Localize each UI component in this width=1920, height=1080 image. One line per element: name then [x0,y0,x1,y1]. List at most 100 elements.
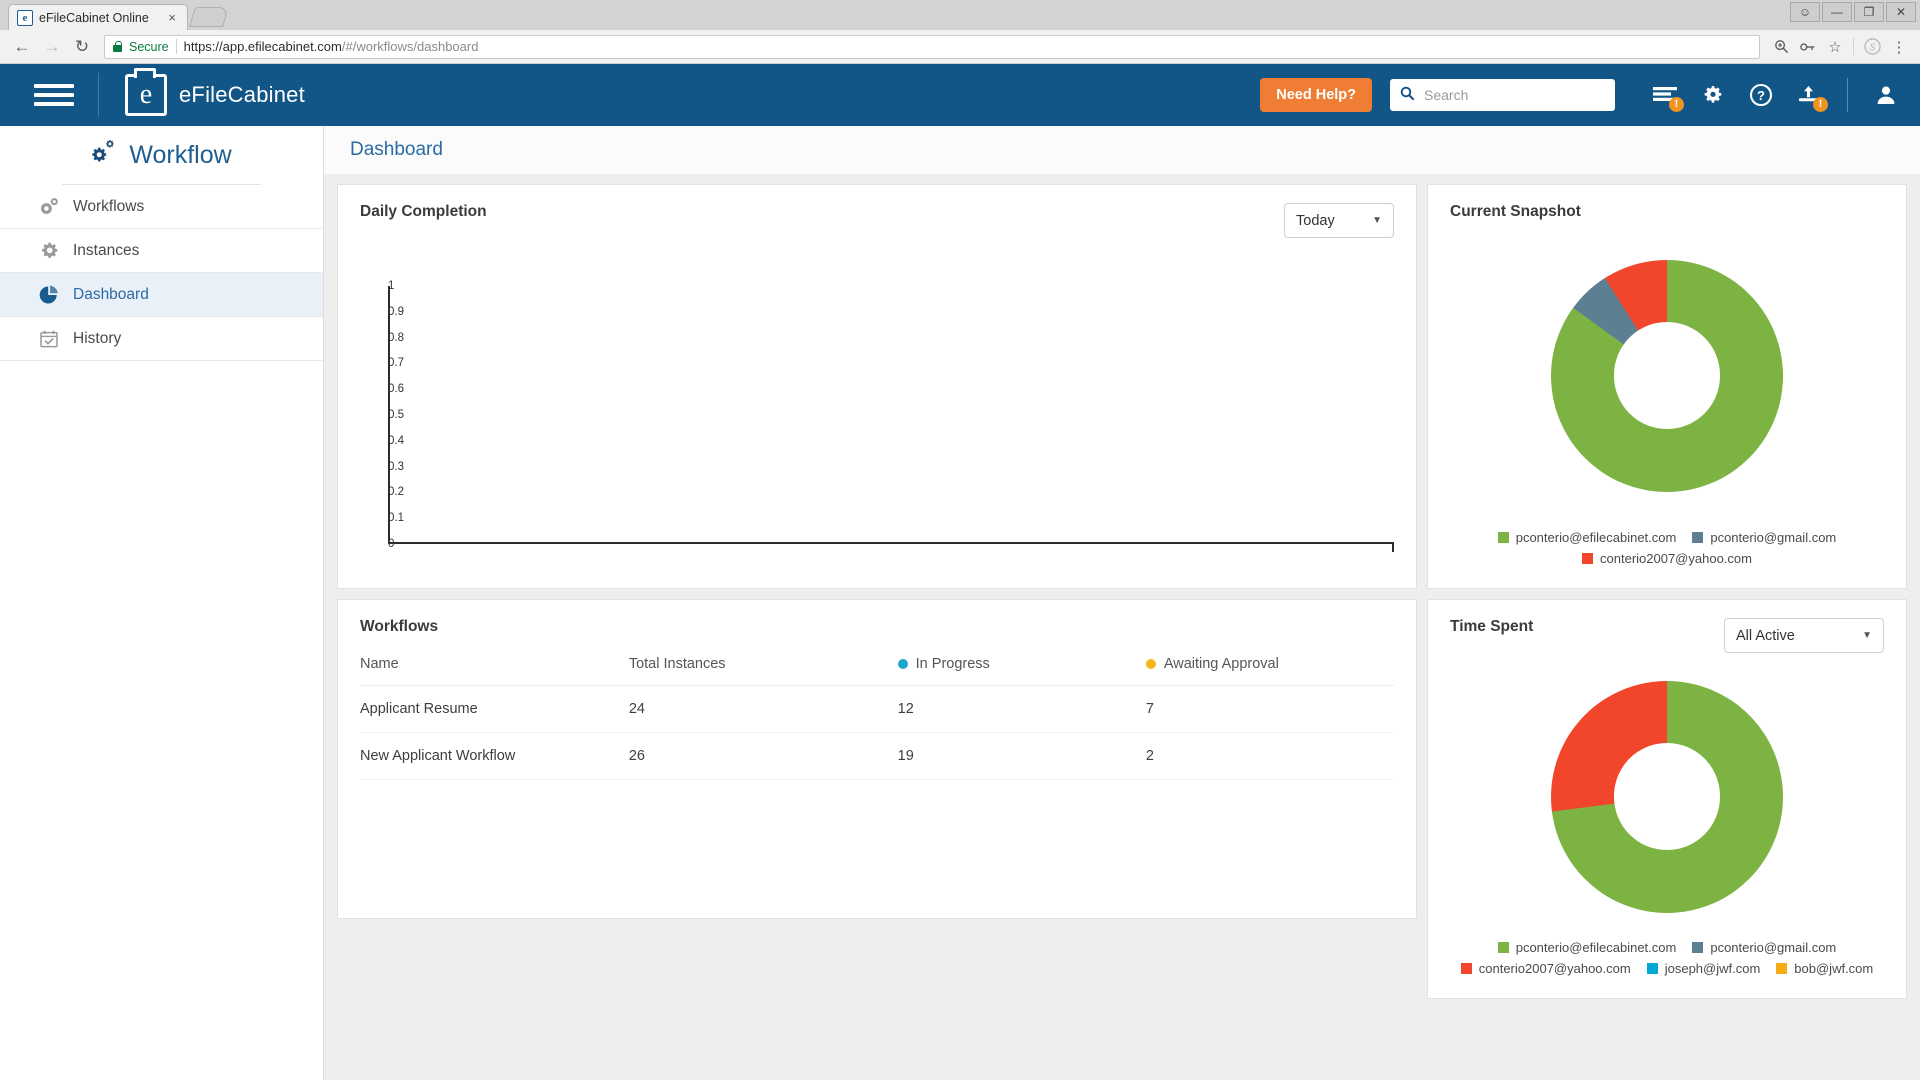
toolbar-icons: ☆ S ⋮ [1768,34,1912,60]
hamburger-menu-icon[interactable] [34,84,74,106]
url-path: /#/workflows/dashboard [341,39,479,54]
y-tick-label: 0.4 [388,434,404,447]
tasks-icon[interactable]: ! [1651,81,1684,112]
daily-completion-range-select[interactable]: Today ▼ [1284,203,1394,238]
table-row[interactable]: New Applicant Workflow 26 19 2 [360,732,1394,780]
gear-icon[interactable] [1699,81,1727,109]
legend-label: pconterio@efilecabinet.com [1515,940,1677,955]
lock-icon [113,41,122,52]
dashboard-left-column: Daily Completion Today ▼ 1 0.9 0.8 0.7 0… [337,184,1417,919]
y-tick-label: 0.2 [388,486,404,499]
current-snapshot-donut-chart[interactable] [1551,259,1783,492]
url-text: https://app.efilecabinet.com/#/workflows… [184,39,479,54]
time-spent-donut-chart[interactable] [1551,680,1783,913]
security-label: Secure [129,39,169,54]
cell-awaiting: 2 [1145,732,1394,780]
cell-name: New Applicant Workflow [360,732,629,780]
table-row[interactable]: Applicant Resume 24 12 7 [360,685,1394,733]
sidebar-item-dashboard[interactable]: Dashboard [0,273,323,317]
legend-item[interactable]: conterio2007@yahoo.com [1582,551,1752,566]
legend-label: conterio2007@yahoo.com [1600,551,1752,566]
cell-in-progress: 12 [897,685,1146,733]
search-icon [1400,86,1415,105]
legend-label: conterio2007@yahoo.com [1478,961,1631,976]
tasks-badge: ! [1669,97,1684,112]
cell-total: 26 [628,732,898,780]
key-icon[interactable] [1795,34,1821,60]
legend-swatch-icon [1692,942,1704,953]
y-tick-label: 0.6 [388,383,404,396]
minimize-button[interactable]: — [1822,2,1852,22]
new-tab-button[interactable] [189,7,229,27]
reload-icon[interactable]: ↻ [68,33,96,61]
cell-awaiting: 7 [1145,685,1394,733]
sidebar-item-history[interactable]: History [0,317,323,361]
need-help-button[interactable]: Need Help? [1260,78,1372,112]
svg-text:?: ? [1757,88,1765,103]
y-tick-label: 0 [388,538,395,550]
close-window-button[interactable]: ✕ [1886,2,1916,22]
zoom-icon[interactable] [1768,34,1794,60]
cell-in-progress: 19 [897,732,1146,780]
daily-completion-header: Daily Completion Today ▼ [360,203,1394,238]
help-icon[interactable]: ? [1747,81,1775,109]
header-divider [98,73,99,117]
time-spent-title: Time Spent [1450,618,1534,635]
browser-toolbar: ← → ↻ Secure https://app.efilecabinet.co… [0,30,1920,64]
brand-logo[interactable]: e eFileCabinet [125,68,305,116]
legend-item[interactable]: pconterio@gmail.com [1692,940,1836,955]
column-header-awaiting-approval: Awaiting Approval [1145,656,1394,686]
column-header-in-progress: In Progress [897,656,1146,686]
browser-window: e eFileCabinet Online × ☺ — ❐ ✕ ← → ↻ Se… [0,0,1920,1080]
time-spent-donut-wrap [1450,653,1884,940]
legend-item[interactable]: joseph@jwf.com [1646,961,1761,976]
dashboard-grid: Daily Completion Today ▼ 1 0.9 0.8 0.7 0… [324,174,1920,1080]
table-body: Applicant Resume 24 12 7 New Applicant W… [360,685,1394,780]
daily-completion-card: Daily Completion Today ▼ 1 0.9 0.8 0.7 0… [337,184,1417,589]
browser-menu-icon[interactable]: ⋮ [1886,34,1912,60]
legend-item[interactable]: pconterio@efilecabinet.com [1497,940,1677,955]
workflows-card: Workflows Name Total Instances In Progre… [337,599,1417,919]
sidebar-item-label: Workflows [73,197,145,215]
sidebar-title-text: Workflow [129,140,232,169]
legend-item[interactable]: pconterio@gmail.com [1692,530,1836,545]
browser-tab[interactable]: e eFileCabinet Online × [8,4,188,30]
table-header-row: Name Total Instances In Progress Awaitin… [360,656,1394,686]
cell-name: Applicant Resume [360,685,629,733]
bookmark-star-icon[interactable]: ☆ [1822,34,1848,60]
app-header: e eFileCabinet Need Help? ! [0,64,1920,126]
legend-label: joseph@jwf.com [1664,961,1761,976]
page-header: Dashboard [324,126,1920,174]
cell-total: 24 [628,685,898,733]
tab-close-icon[interactable]: × [165,10,179,25]
forward-icon[interactable]: → [38,33,66,61]
address-bar[interactable]: Secure https://app.efilecabinet.com/#/wo… [104,34,1760,59]
x-axis-end-tick [1392,542,1394,552]
sidebar-item-workflows[interactable]: Workflows [0,185,323,229]
search-box[interactable] [1390,79,1615,111]
account-button[interactable]: ☺ [1790,2,1820,22]
efilecabinet-favicon-icon: e [17,9,33,26]
upload-badge: ! [1813,97,1828,112]
user-account-icon[interactable] [1872,81,1900,109]
y-tick-label: 0.7 [388,357,404,370]
legend-swatch-icon [1692,532,1704,543]
back-icon[interactable]: ← [8,33,36,61]
legend-item[interactable]: conterio2007@yahoo.com [1460,961,1631,976]
sidebar-item-instances[interactable]: Instances [0,229,323,273]
workflows-title: Workflows [360,618,439,635]
calendar-check-icon [38,329,60,349]
sidebar-item-label: Dashboard [73,285,149,303]
legend-item[interactable]: bob@jwf.com [1776,961,1873,976]
time-spent-filter-select[interactable]: All Active ▼ [1724,618,1884,653]
restore-button[interactable]: ❐ [1854,2,1884,22]
efilecabinet-app: e eFileCabinet Need Help? ! [0,64,1920,1080]
sidebar-item-label: Instances [73,241,140,259]
time-spent-card: Time Spent All Active ▼ pconterio@efilec… [1427,599,1907,999]
url-divider [175,39,177,54]
skype-icon[interactable]: S [1859,34,1885,60]
svg-text:S: S [1869,42,1875,53]
legend-item[interactable]: pconterio@efilecabinet.com [1497,530,1676,545]
upload-icon[interactable]: ! [1795,81,1828,112]
search-input[interactable] [1424,87,1605,103]
